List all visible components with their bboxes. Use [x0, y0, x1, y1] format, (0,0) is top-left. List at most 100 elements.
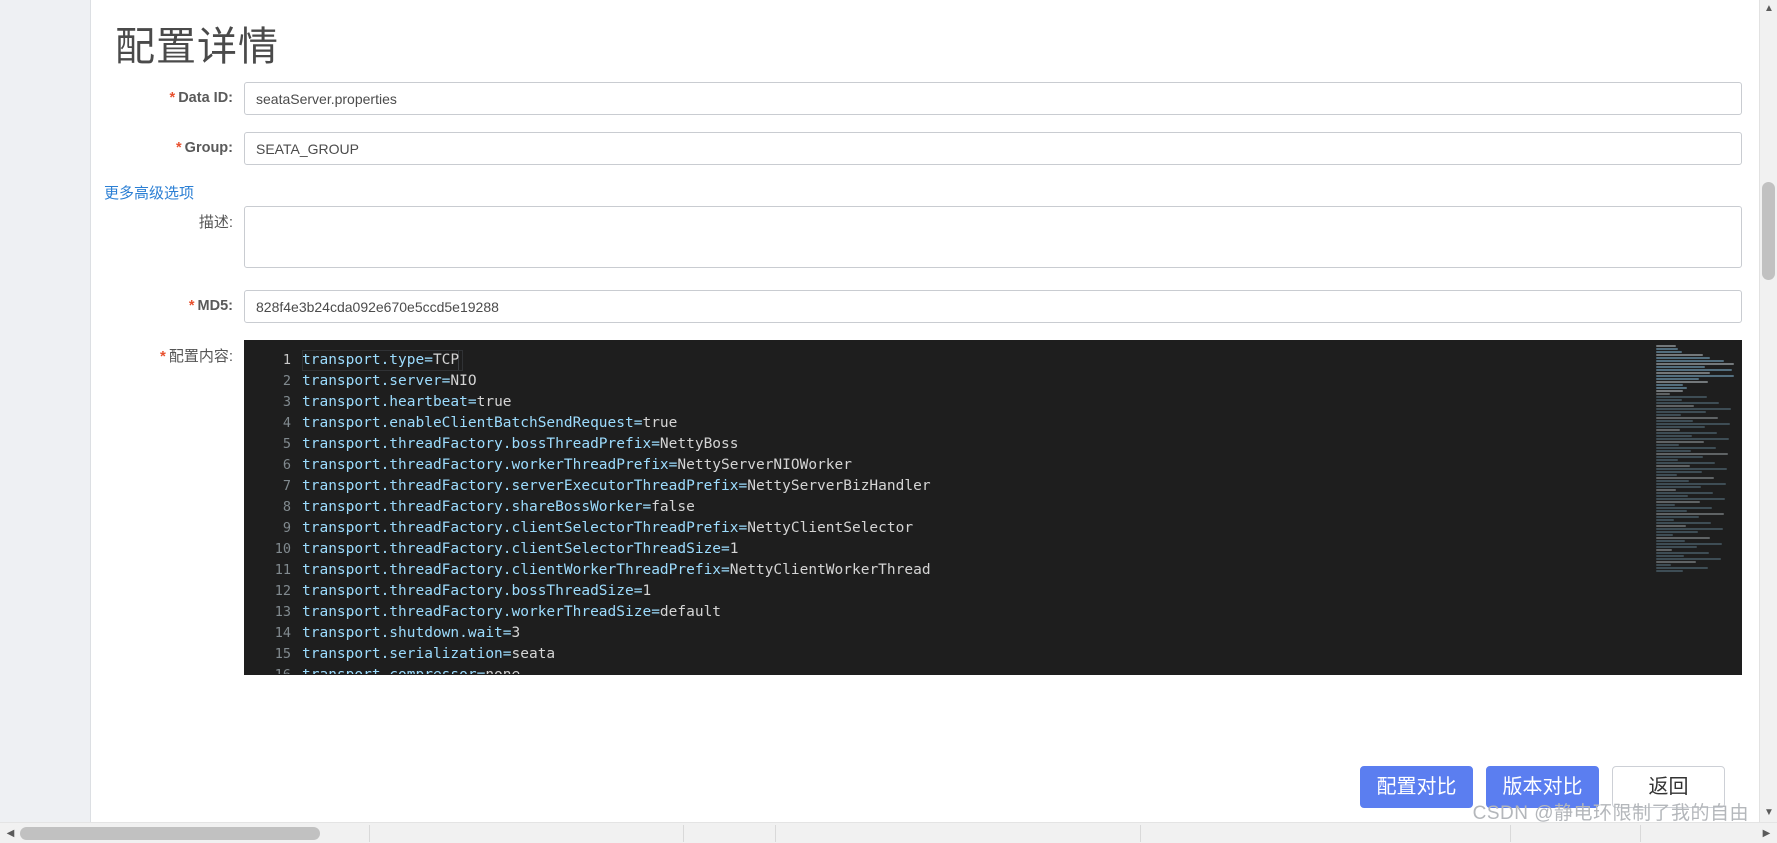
group-input[interactable]: [244, 132, 1742, 165]
config-detail-form: *Data ID: *Group: 更多高级选项: [92, 82, 1777, 675]
scrollbar-tick: [369, 825, 370, 842]
code-property-key: transport.enableClientBatchSendRequest=: [302, 415, 643, 431]
code-line[interactable]: 14 transport.shutdown.wait=3: [245, 623, 1741, 644]
minimap-line: [1656, 522, 1711, 524]
minimap-line: [1656, 372, 1710, 374]
code-line-text: transport.threadFactory.workerThreadSize…: [302, 602, 721, 623]
code-editor[interactable]: 1 transport.type=TCP 2 transport.server=NIO…: [244, 340, 1742, 675]
minimap-line: [1656, 351, 1682, 353]
code-property-value: 1: [642, 583, 652, 599]
code-line[interactable]: 10 transport.threadFactory.clientSelector…: [245, 539, 1741, 560]
description-label: 描述:: [198, 214, 233, 231]
code-line-text: transport.type=TCP: [302, 350, 459, 371]
scroll-left-arrow-icon[interactable]: ◀: [0, 823, 21, 843]
vertical-scrollbar-thumb[interactable]: [1762, 182, 1775, 280]
config-detail-page: 配置详情 *Data ID: *Group:: [92, 0, 1777, 822]
code-line-text: transport.threadFactory.shareBossWorker=…: [302, 497, 695, 518]
vertical-scrollbar[interactable]: ▲ ▼: [1759, 0, 1777, 822]
minimap-line: [1656, 435, 1692, 437]
description-textarea[interactable]: [244, 206, 1742, 268]
scrollbar-tick: [1140, 825, 1141, 842]
minimap-line: [1656, 567, 1708, 569]
minimap-line: [1656, 495, 1688, 497]
code-property-value: none: [485, 667, 521, 675]
scroll-up-arrow-icon[interactable]: ▲: [1760, 0, 1777, 18]
code-line[interactable]: 12 transport.threadFactory.bossThreadSize…: [245, 581, 1741, 602]
code-property-value: TCP: [432, 352, 460, 368]
minimap-line: [1656, 429, 1680, 431]
code-property-key: transport.shutdown.wait=: [302, 625, 512, 641]
code-line-number: 5: [282, 436, 291, 452]
minimap-line: [1656, 420, 1693, 422]
minimap-line: [1656, 354, 1703, 356]
md5-label-text: MD5:: [197, 298, 233, 314]
code-line-number: 16: [274, 667, 291, 675]
code-line[interactable]: 8 transport.threadFactory.shareBossWorker…: [245, 497, 1741, 518]
code-property-value: true: [642, 415, 678, 431]
code-line-text: transport.threadFactory.serverExecutorTh…: [302, 476, 931, 497]
code-line-text: transport.threadFactory.clientSelectorTh…: [302, 539, 739, 560]
minimap-line: [1656, 348, 1678, 350]
code-line[interactable]: 15 transport.serialization=seata: [245, 644, 1741, 665]
code-property-key: transport.threadFactory.bossThreadSize=: [302, 583, 643, 599]
data-id-label: * Data ID:: [92, 82, 244, 115]
md5-input[interactable]: [244, 290, 1742, 323]
minimap-line: [1656, 357, 1710, 359]
minimap-line: [1656, 528, 1723, 530]
scroll-right-arrow-icon[interactable]: ▶: [1756, 823, 1777, 843]
form-row-md5: * MD5:: [92, 290, 1777, 323]
code-line[interactable]: 7 transport.threadFactory.serverExecutorT…: [245, 476, 1741, 497]
scroll-down-arrow-icon[interactable]: ▼: [1760, 804, 1777, 822]
code-editor-lines[interactable]: 1 transport.type=TCP 2 transport.server=NIO…: [245, 350, 1741, 674]
minimap-line: [1656, 387, 1687, 389]
code-line[interactable]: 16 transport.compressor=none: [245, 665, 1741, 675]
minimap-line: [1656, 564, 1671, 566]
minimap-line: [1656, 516, 1699, 518]
minimap-line: [1656, 552, 1709, 554]
minimap-line: [1656, 537, 1710, 539]
code-line[interactable]: 2 transport.server=NIO: [245, 371, 1741, 392]
minimap-line: [1656, 375, 1734, 377]
code-line-number: 10: [274, 541, 291, 557]
code-line[interactable]: 9 transport.threadFactory.clientSelectorT…: [245, 518, 1741, 539]
minimap-line: [1656, 456, 1703, 458]
code-property-value: 1: [729, 541, 739, 557]
code-line-number: 4: [282, 415, 291, 431]
required-asterisk-icon: *: [169, 90, 176, 106]
horizontal-scrollbar[interactable]: ◀ ▶: [0, 822, 1777, 843]
code-line-number: 9: [282, 520, 291, 536]
code-line-text: transport.threadFactory.bossThreadSize=1: [302, 581, 651, 602]
minimap-line: [1656, 369, 1732, 371]
code-line-number: 15: [274, 646, 291, 662]
advanced-options-row: 更多高级选项: [92, 182, 1777, 203]
minimap-line: [1656, 489, 1676, 491]
minimap-line: [1656, 381, 1708, 383]
code-line[interactable]: 11 transport.threadFactory.clientWorkerTh…: [245, 560, 1741, 581]
code-property-key: transport.threadFactory.clientSelectorTh…: [302, 520, 748, 536]
code-editor-minimap[interactable]: [1651, 341, 1741, 674]
back-button[interactable]: 返回: [1612, 766, 1725, 808]
minimap-line: [1656, 414, 1681, 416]
more-advanced-options-link[interactable]: 更多高级选项: [104, 182, 194, 203]
code-line[interactable]: 13 transport.threadFactory.workerThreadSi…: [245, 602, 1741, 623]
code-line[interactable]: 4 transport.enableClientBatchSendRequest=…: [245, 413, 1741, 434]
form-row-config-content: * 配置内容: 1 transport.type=TCP 2 transport.ser…: [92, 340, 1777, 675]
code-line[interactable]: 5 transport.threadFactory.bossThreadPrefi…: [245, 434, 1741, 455]
horizontal-scrollbar-thumb[interactable]: [20, 827, 320, 840]
minimap-line: [1656, 462, 1715, 464]
data-id-input[interactable]: [244, 82, 1742, 115]
minimap-line: [1656, 447, 1716, 449]
compare-version-button[interactable]: 版本对比: [1486, 766, 1599, 808]
minimap-line: [1656, 438, 1729, 440]
code-property-value: NettyClientSelector: [747, 520, 914, 536]
code-line[interactable]: 6 transport.threadFactory.workerThreadPre…: [245, 455, 1741, 476]
compare-config-button[interactable]: 配置对比: [1360, 766, 1473, 808]
code-line[interactable]: 1 transport.type=TCP: [245, 350, 1741, 371]
code-line[interactable]: 3 transport.heartbeat=true: [245, 392, 1741, 413]
minimap-line: [1656, 450, 1691, 452]
minimap-line: [1656, 549, 1672, 551]
code-property-key: transport.threadFactory.clientWorkerThre…: [302, 562, 730, 578]
minimap-line: [1656, 477, 1714, 479]
required-asterisk-icon: *: [176, 140, 182, 156]
code-line-number: 13: [274, 604, 291, 620]
